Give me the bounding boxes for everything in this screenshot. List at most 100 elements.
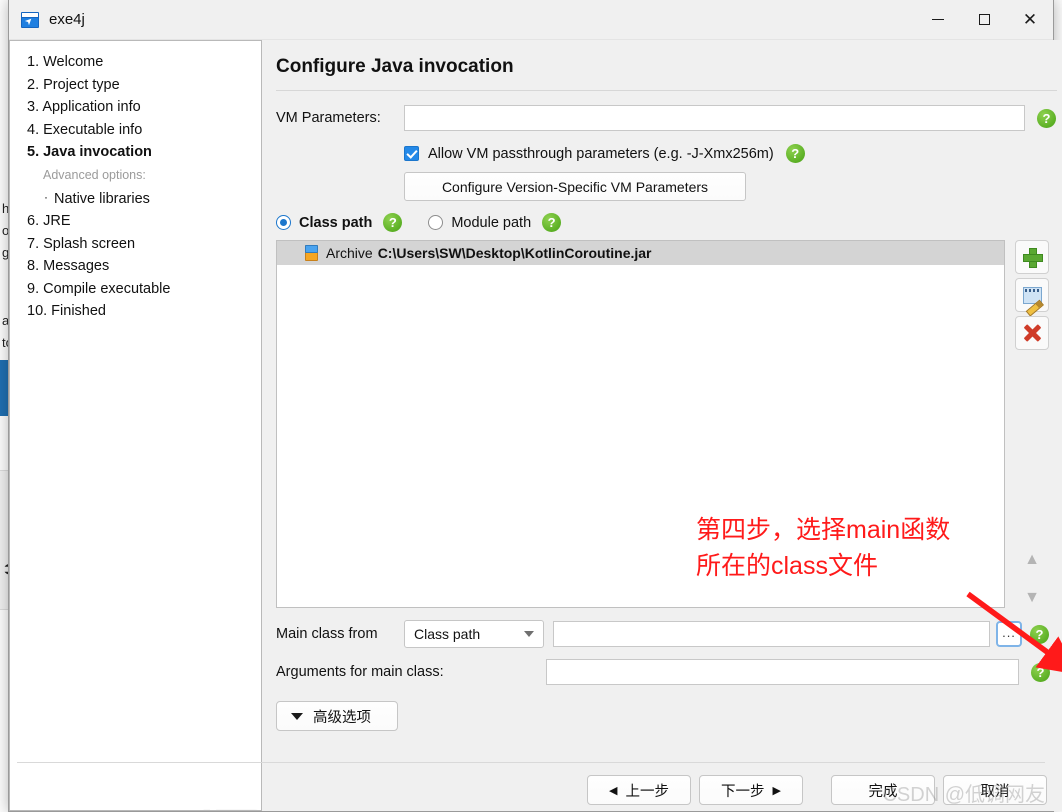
- passthrough-row: Allow VM passthrough parameters (e.g. -J…: [276, 144, 1057, 163]
- main-class-from-select[interactable]: Class path: [404, 620, 544, 648]
- browse-main-class-button[interactable]: ...: [996, 621, 1022, 647]
- sidebar-item-label: 6. JRE: [27, 213, 71, 229]
- edit-icon: [1022, 286, 1042, 304]
- arrow-left-icon: ◀: [609, 784, 618, 797]
- sidebar-item-label: 7. Splash screen: [27, 235, 136, 252]
- main-class-from-label: Main class from: [276, 626, 378, 642]
- main-class-from-selected-value: Class path: [414, 626, 481, 642]
- arguments-help-icon[interactable]: ?: [1031, 662, 1050, 682]
- configure-version-specific-vm-parameters-button[interactable]: Configure Version-Specific VM Parameters: [404, 172, 746, 201]
- arguments-label: Arguments for main class:: [276, 664, 444, 680]
- next-button-label: 下一步: [721, 783, 765, 800]
- module-path-radio[interactable]: [428, 215, 444, 230]
- classpath-list[interactable]: Archive C:\Users\SW\Desktop\KotlinCorout…: [276, 240, 1005, 608]
- jar-file-icon: [305, 245, 318, 261]
- arguments-row: Arguments for main class: ?: [276, 659, 1057, 685]
- sidebar-item-finished[interactable]: 10. Finished: [24, 300, 261, 323]
- vm-parameters-label: VM Parameters:: [276, 110, 381, 126]
- maximize-button[interactable]: [961, 0, 1007, 40]
- sidebar-item-label: 1. Welcome: [27, 54, 104, 70]
- class-path-radio[interactable]: [276, 215, 291, 230]
- sidebar-watermark: exe4j: [191, 804, 261, 810]
- arrow-right-icon: ▶: [772, 784, 781, 797]
- classpath-entry-kind: Archive: [326, 245, 373, 261]
- window-title: exe4j: [49, 11, 85, 28]
- sidebar-item-project-type[interactable]: 2. Project type: [24, 74, 261, 97]
- vm-parameters-help-icon[interactable]: ?: [1037, 108, 1056, 128]
- main-panel: Configure Java invocation VM Parameters:…: [262, 40, 1062, 811]
- footer-divider: [17, 762, 1045, 763]
- classpath-area: Archive C:\Users\SW\Desktop\KotlinCorout…: [276, 240, 1057, 608]
- sidebar-item-java-invocation[interactable]: 5. Java invocation: [24, 141, 261, 164]
- sidebar-item-label: 9. Compile executable: [27, 280, 171, 297]
- sidebar-group-label: Advanced options:: [43, 167, 146, 182]
- finish-button[interactable]: 完成: [831, 775, 935, 805]
- advanced-options-row: 高级选项: [276, 701, 1057, 731]
- sidebar-item-splash-screen[interactable]: 7. Splash screen: [24, 233, 261, 256]
- add-classpath-entry-button[interactable]: [1015, 240, 1049, 274]
- class-path-label: Class path: [299, 214, 373, 231]
- sidebar-group-advanced-options: Advanced options:: [24, 164, 261, 186]
- sidebar-item-label: 8. Messages: [27, 258, 110, 274]
- window-controls: ✕: [915, 0, 1053, 40]
- wizard-footer: ◀ 上一步 下一步 ▶ 完成 取消: [587, 775, 1047, 805]
- passthrough-help-icon[interactable]: ?: [785, 144, 805, 163]
- sidebar-item-label: 5. Java invocation: [27, 144, 152, 160]
- exe4j-app-icon: [21, 11, 39, 28]
- edit-classpath-entry-button[interactable]: [1015, 278, 1049, 312]
- title-divider: [276, 90, 1057, 91]
- previous-button-label: 上一步: [625, 783, 669, 800]
- sidebar-item-executable-info[interactable]: 4. Executable info: [24, 119, 261, 142]
- title-bar: exe4j ✕: [9, 0, 1053, 40]
- arguments-input[interactable]: [546, 659, 1019, 685]
- plus-icon: [1023, 248, 1043, 268]
- classpath-list-row[interactable]: Archive C:\Users\SW\Desktop\KotlinCorout…: [277, 241, 1004, 265]
- module-path-help-icon[interactable]: ?: [542, 213, 562, 232]
- sidebar-item-application-info[interactable]: 3. Application info: [24, 96, 261, 119]
- close-icon: ✕: [1022, 10, 1038, 29]
- advanced-options-button[interactable]: 高级选项: [276, 701, 398, 731]
- chevron-up-icon: ▲: [1024, 551, 1040, 568]
- delete-icon: [1023, 324, 1041, 342]
- sidebar-item-messages[interactable]: 8. Messages: [24, 255, 261, 278]
- allow-passthrough-checkbox[interactable]: [404, 146, 419, 161]
- main-class-input[interactable]: [553, 621, 990, 647]
- cancel-button[interactable]: 取消: [943, 775, 1047, 805]
- minimize-button[interactable]: [915, 0, 961, 40]
- sidebar-item-label: 10. Finished: [27, 303, 106, 319]
- remove-classpath-entry-button[interactable]: [1015, 316, 1049, 350]
- wizard-steps-sidebar: 1. Welcome 2. Project type 3. Applicatio…: [9, 40, 262, 811]
- class-path-help-icon[interactable]: ?: [383, 213, 403, 232]
- sidebar-item-welcome[interactable]: 1. Welcome: [24, 51, 261, 74]
- close-button[interactable]: ✕: [1007, 0, 1053, 40]
- sidebar-item-jre[interactable]: 6. JRE: [24, 210, 261, 233]
- chevron-down-icon: [291, 712, 303, 720]
- classpath-toolbar: ▲ ▼: [1011, 240, 1057, 608]
- main-class-form: Main class from Class path ... ? Argumen…: [276, 620, 1057, 731]
- sidebar-item-native-libraries[interactable]: · Native libraries: [24, 186, 261, 211]
- move-up-button[interactable]: ▲: [1015, 543, 1049, 577]
- sidebar-item-label: Native libraries: [54, 190, 150, 207]
- allow-passthrough-label: Allow VM passthrough parameters (e.g. -J…: [428, 145, 774, 162]
- advanced-options-label: 高级选项: [313, 709, 371, 726]
- minimize-icon: [932, 19, 944, 20]
- wizard-step-list: 1. Welcome 2. Project type 3. Applicatio…: [10, 41, 261, 323]
- version-specific-row: Configure Version-Specific VM Parameters: [276, 172, 1057, 201]
- page-title: Configure Java invocation: [276, 56, 514, 77]
- sidebar-item-label: 2. Project type: [27, 76, 120, 93]
- vm-parameters-input[interactable]: [404, 105, 1025, 131]
- classpath-entry-path: C:\Users\SW\Desktop\KotlinCoroutine.jar: [377, 245, 652, 261]
- window-body: 1. Welcome 2. Project type 3. Applicatio…: [9, 40, 1062, 811]
- exe4j-window: exe4j ✕ 1. Welcome 2. Project type 3. Ap…: [8, 0, 1062, 812]
- sidebar-item-label: 4. Executable info: [27, 121, 143, 138]
- main-class-help-icon[interactable]: ?: [1030, 624, 1049, 644]
- move-down-button[interactable]: ▼: [1015, 581, 1049, 615]
- next-button[interactable]: 下一步 ▶: [699, 775, 803, 805]
- bullet-icon: ·: [44, 189, 48, 204]
- previous-button[interactable]: ◀ 上一步: [587, 775, 691, 805]
- sidebar-item-compile-executable[interactable]: 9. Compile executable: [24, 278, 261, 301]
- vm-parameters-row: VM Parameters: ?: [276, 105, 1057, 131]
- path-mode-row: Class path ? Module path ?: [276, 213, 1057, 232]
- module-path-label: Module path: [451, 214, 532, 231]
- sidebar-item-label: 3. Application info: [27, 99, 141, 115]
